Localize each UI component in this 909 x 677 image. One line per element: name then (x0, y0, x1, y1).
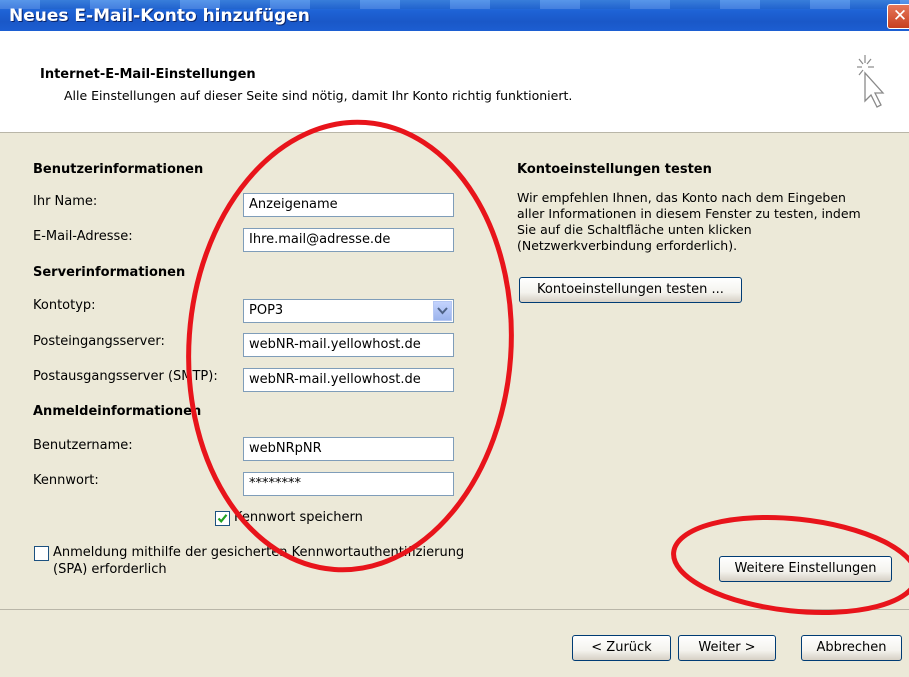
header-subtitle: Alle Einstellungen auf dieser Seite sind… (64, 88, 573, 103)
spa-label-line2: (SPA) erforderlich (53, 562, 167, 577)
remember-password-checkbox[interactable] (215, 511, 230, 526)
test-description-line1: Wir empfehlen Ihnen, das Konto nach dem … (517, 190, 846, 205)
spa-label-line1: Anmeldung mithilfe der gesicherten Kennw… (53, 545, 465, 560)
password-label: Kennwort: (33, 473, 99, 488)
chevron-down-icon[interactable] (433, 301, 452, 321)
outgoing-server-label: Postausgangsserver (SMTP): (33, 369, 218, 384)
email-label: E-Mail-Adresse: (33, 229, 133, 244)
password-field[interactable]: ******** (243, 472, 454, 496)
next-button[interactable]: Weiter > (678, 635, 776, 661)
account-type-label: Kontotyp: (33, 298, 96, 313)
email-field[interactable]: Ihre.mail@adresse.de (243, 228, 454, 252)
footer-divider (0, 609, 909, 610)
section-test-settings: Kontoeinstellungen testen (517, 162, 712, 177)
remember-password-label[interactable]: Kennwort speichern (234, 510, 363, 525)
name-field[interactable]: Anzeigename (243, 193, 454, 217)
title-bar: Neues E-Mail-Konto hinzufügen ✕ (0, 0, 909, 31)
test-description-line2: aller Informationen in diesem Fenster zu… (517, 206, 861, 221)
header-title: Internet-E-Mail-Einstellungen (40, 67, 256, 82)
username-field[interactable]: webNRpNR (243, 437, 454, 461)
cursor-sparkle-icon (857, 55, 885, 108)
checkmark-icon (217, 514, 228, 523)
spa-label[interactable]: Anmeldung mithilfe der gesicherten Kennw… (53, 544, 464, 578)
section-server-info: Serverinformationen (33, 265, 186, 280)
test-description-line3: Sie auf die Schaltfläche unten klicken (517, 222, 752, 237)
window-title: Neues E-Mail-Konto hinzufügen (9, 6, 310, 26)
test-account-button[interactable]: Kontoeinstellungen testen ... (519, 277, 742, 303)
incoming-server-field[interactable]: webNR-mail.yellowhost.de (243, 333, 454, 357)
wizard-body: Benutzerinformationen Ihr Name: Anzeigen… (0, 132, 909, 609)
username-label: Benutzername: (33, 438, 133, 453)
outgoing-server-field[interactable]: webNR-mail.yellowhost.de (243, 368, 454, 392)
spa-checkbox[interactable] (34, 546, 49, 561)
test-description: Wir empfehlen Ihnen, das Konto nach dem … (517, 190, 861, 254)
close-button[interactable]: ✕ (887, 4, 909, 29)
test-description-line4: (Netzwerkverbindung erforderlich). (517, 238, 738, 253)
section-login-info: Anmeldeinformationen (33, 404, 202, 419)
back-button[interactable]: < Zurück (572, 635, 671, 661)
incoming-server-label: Posteingangsserver: (33, 334, 165, 349)
cancel-button[interactable]: Abbrechen (801, 635, 902, 661)
name-label: Ihr Name: (33, 194, 98, 209)
wizard-header: Internet-E-Mail-Einstellungen Alle Einst… (0, 31, 909, 133)
more-settings-button[interactable]: Weitere Einstellungen (719, 556, 892, 582)
account-type-select[interactable]: POP3 (243, 299, 454, 323)
section-user-info: Benutzerinformationen (33, 162, 204, 177)
account-type-value: POP3 (249, 303, 284, 318)
